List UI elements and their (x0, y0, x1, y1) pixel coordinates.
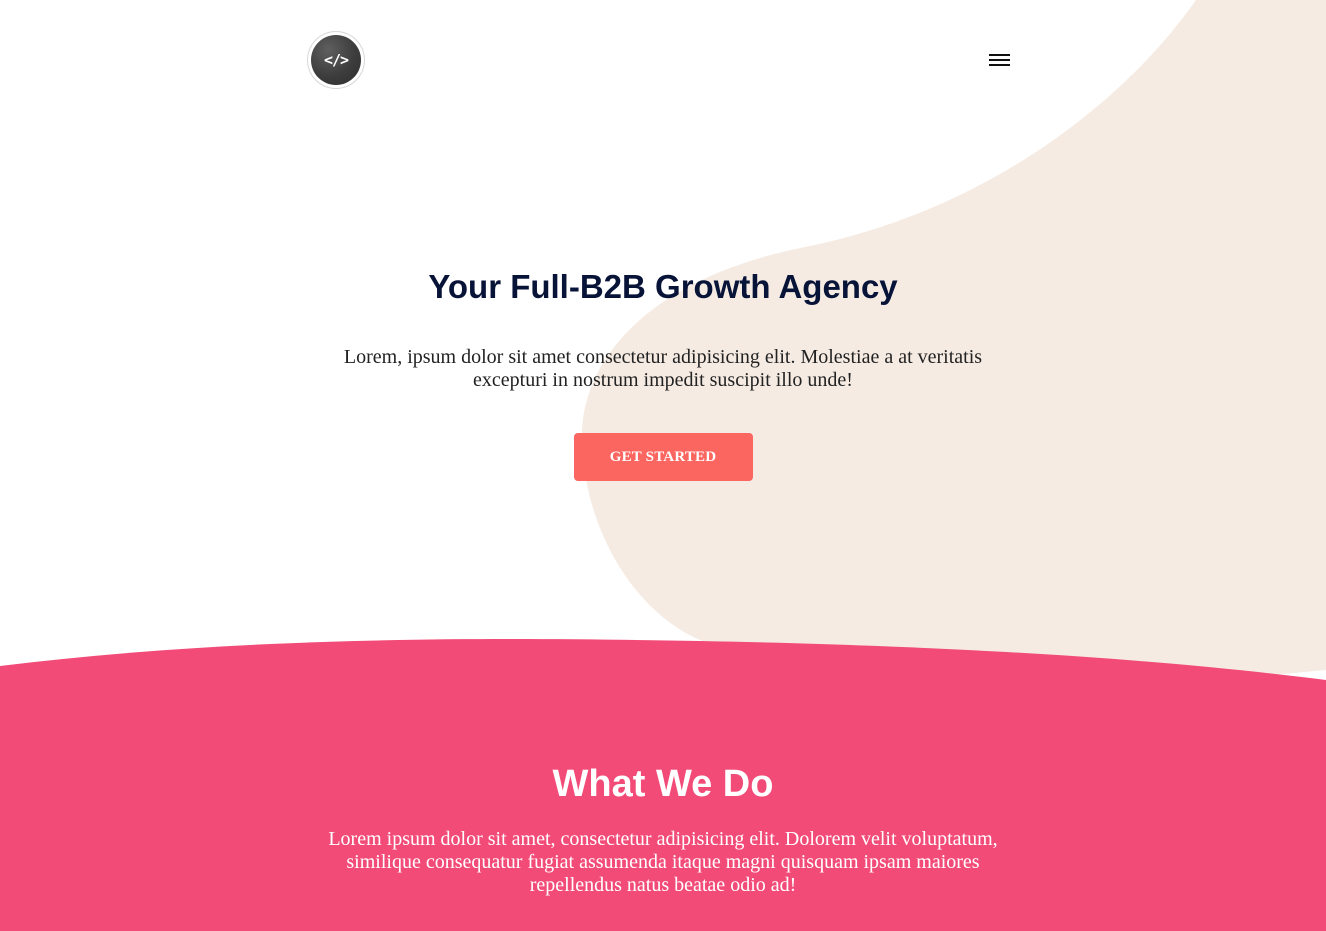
hero-section: Your Full-B2B Growth Agency Lorem, ipsum… (0, 266, 1326, 481)
what-we-do-description: Lorem ipsum dolor sit amet, consectetur … (328, 828, 998, 896)
what-we-do-section: What We Do Lorem ipsum dolor sit amet, c… (0, 760, 1326, 897)
logo[interactable]: </> (308, 32, 364, 88)
site-header: </> (308, 32, 1013, 90)
logo-badge: </> (311, 35, 361, 85)
hamburger-icon (989, 59, 1010, 61)
hamburger-icon (989, 54, 1010, 56)
hero-description: Lorem, ipsum dolor sit amet consectetur … (343, 346, 983, 391)
hamburger-icon (989, 64, 1010, 66)
hero-title: Your Full-B2B Growth Agency (428, 268, 898, 305)
menu-button[interactable] (987, 52, 1011, 70)
code-logo-icon: </> (323, 51, 349, 69)
get-started-button[interactable]: GET STARTED (573, 433, 753, 481)
what-we-do-title: What We Do (552, 763, 774, 805)
